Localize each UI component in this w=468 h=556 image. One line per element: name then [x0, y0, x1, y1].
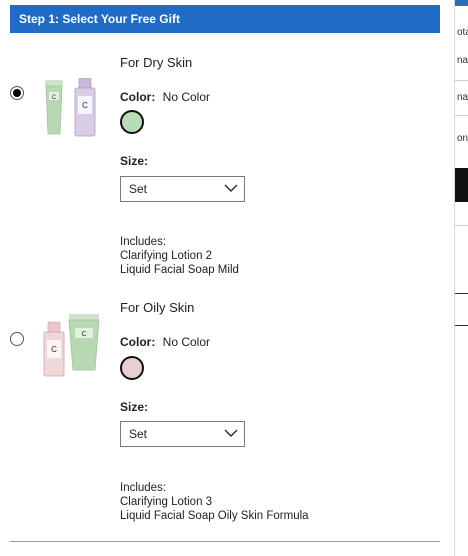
includes-item: Liquid Facial Soap Oily Skin Formula: [120, 510, 309, 522]
tube-icon: C: [68, 314, 100, 371]
free-gift-panel: Step 1: Select Your Free Gift C C For Dr…: [0, 0, 455, 556]
size-select-value: Set: [129, 182, 148, 196]
bottle-icon: C: [43, 321, 65, 377]
background-text: nat: [457, 55, 468, 66]
svg-text:C: C: [81, 331, 86, 338]
background-page: ota nat nat on: [455, 0, 468, 556]
bottle-icon: C: [74, 78, 96, 137]
color-row: Color: No Color: [120, 90, 210, 104]
includes-label: Includes:: [120, 236, 167, 248]
includes-label: Includes:: [120, 482, 167, 494]
divider: [10, 541, 440, 542]
svg-text:C: C: [51, 345, 57, 354]
size-label: Size:: [120, 154, 149, 168]
includes-list: Includes: Clarifying Lotion 3 Liquid Fac…: [120, 481, 309, 523]
chevron-down-icon: [224, 429, 238, 438]
gift-title: For Oily Skin: [120, 300, 195, 315]
chevron-down-icon: [224, 184, 238, 193]
includes-list: Includes: Clarifying Lotion 2 Liquid Fac…: [120, 235, 239, 277]
background-text: nat: [457, 92, 468, 103]
gift-radio-oily-skin[interactable]: [10, 332, 24, 346]
background-divider: [455, 80, 468, 81]
color-swatch-green[interactable]: [120, 110, 144, 134]
color-value: No Color: [162, 335, 211, 349]
size-select[interactable]: Set: [120, 176, 245, 202]
color-row: Color: No Color: [120, 335, 210, 349]
step-header: Step 1: Select Your Free Gift: [10, 5, 440, 33]
gift-option-dry-skin: C C For Dry Skin Color: No Color Size: S…: [0, 50, 455, 290]
size-select[interactable]: Set: [120, 421, 245, 447]
includes-item: Liquid Facial Soap Mild: [120, 264, 239, 276]
background-text: ota: [457, 27, 468, 38]
background-header-strip: [455, 0, 468, 6]
color-label: Color:: [120, 335, 156, 349]
background-divider: [455, 225, 468, 226]
gift-option-oily-skin: C C For Oily Skin Color: No Color Size: …: [0, 295, 455, 535]
tube-icon: C: [45, 80, 63, 135]
size-label: Size:: [120, 400, 149, 414]
background-divider: [455, 115, 468, 116]
background-dark-button[interactable]: [455, 168, 468, 202]
gift-title: For Dry Skin: [120, 55, 193, 70]
includes-item: Clarifying Lotion 2: [120, 250, 213, 262]
product-image-oily-skin: C C: [43, 314, 100, 377]
includes-item: Clarifying Lotion 3: [120, 496, 213, 508]
color-label: Color:: [120, 90, 156, 104]
background-divider: [455, 325, 468, 326]
svg-text:C: C: [82, 101, 88, 110]
background-divider: [455, 293, 468, 294]
color-value: No Color: [162, 90, 211, 104]
background-text: on: [457, 133, 468, 144]
size-select-value: Set: [129, 427, 148, 441]
product-image-dry-skin: C C: [45, 78, 96, 137]
svg-text:C: C: [52, 95, 57, 101]
color-swatch-pink[interactable]: [120, 356, 144, 380]
gift-radio-dry-skin[interactable]: [10, 86, 24, 100]
